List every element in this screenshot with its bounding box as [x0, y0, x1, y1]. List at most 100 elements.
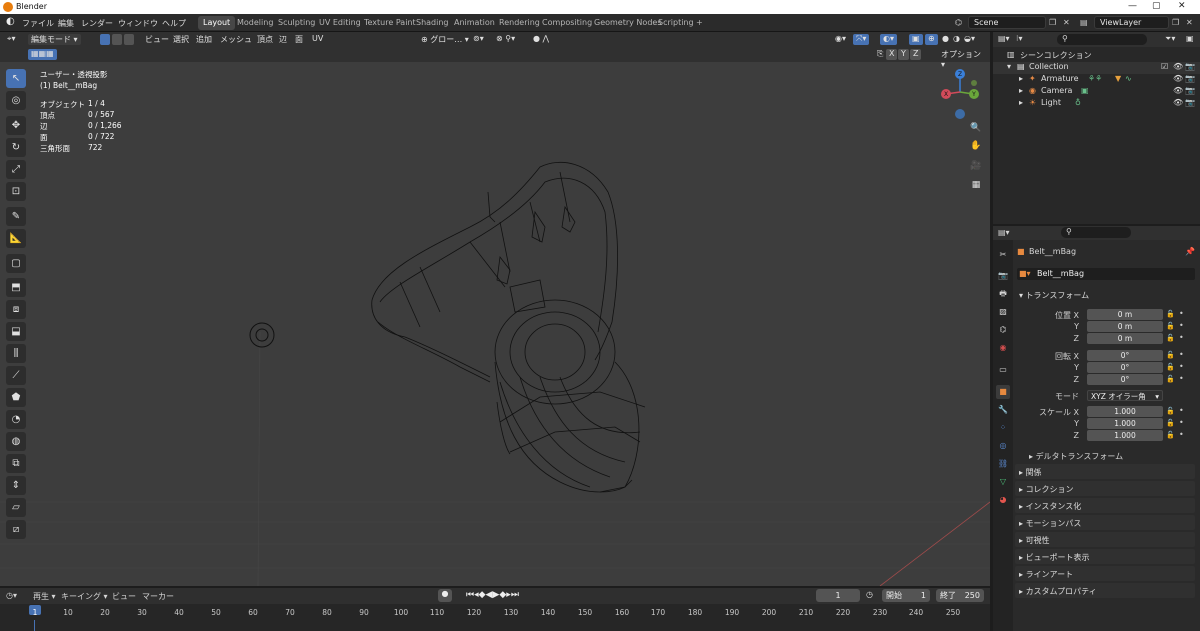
rendered-shading-icon[interactable]: ◒▾	[961, 34, 978, 45]
light-visibility-icon[interactable]: 👁	[1173, 98, 1183, 107]
lock-icon[interactable]: 🔓	[1166, 334, 1175, 342]
menu-edit[interactable]: 編集	[58, 18, 74, 29]
delta-transform-header[interactable]: ▸ デルタトランスフォーム	[1029, 451, 1123, 462]
data-tab-icon[interactable]: ▽	[996, 475, 1010, 489]
outliner-collection[interactable]: ▾ ▤ Collection ☑ 👁 📷	[993, 62, 1200, 74]
new-scene-icon[interactable]: ❐	[1049, 18, 1056, 27]
section-relations[interactable]: ▸ 関係	[1015, 464, 1195, 479]
particles-tab-icon[interactable]: ⁘	[996, 421, 1010, 435]
output-tab-icon[interactable]: 🖶	[996, 287, 1010, 301]
collection-checkbox-icon[interactable]: ☑	[1161, 62, 1168, 71]
lock-icon[interactable]: 🔓	[1166, 407, 1175, 415]
menu-uv[interactable]: UV	[309, 34, 326, 45]
camera-visibility-icon[interactable]: 👁	[1173, 86, 1183, 95]
edge-select-button[interactable]	[112, 34, 122, 45]
lock-icon[interactable]: 🔓	[1166, 363, 1175, 371]
keyframe-dot-icon[interactable]: •	[1179, 406, 1184, 415]
tab-layout[interactable]: Layout	[198, 16, 235, 30]
menu-file[interactable]: ファイル	[22, 18, 54, 29]
lock-icon[interactable]: 🔓	[1166, 419, 1175, 427]
menu-edge[interactable]: 辺	[276, 34, 290, 45]
minimize-button[interactable]: —	[1128, 1, 1137, 11]
scale-z-field[interactable]: 1.000	[1087, 430, 1163, 441]
inset-tool-icon[interactable]: ⧈	[6, 300, 26, 319]
rip-tool-icon[interactable]: ⧄	[6, 520, 26, 539]
playback-controls[interactable]: ⏮◂◆◀▶◆▸⏭	[466, 590, 519, 600]
keyframe-dot-icon[interactable]: •	[1179, 333, 1184, 342]
editor-type-icon[interactable]: ⌖▾	[4, 34, 19, 45]
menu-mesh[interactable]: メッシュ	[217, 34, 255, 45]
select-box-icon[interactable]: ▦▦▦	[28, 49, 57, 60]
xray-toggle-icon[interactable]: ▣	[909, 34, 923, 45]
lock-icon[interactable]: 🔓	[1166, 351, 1175, 359]
keyframe-dot-icon[interactable]: •	[1179, 309, 1184, 318]
armature-visibility-icon[interactable]: 👁	[1173, 74, 1183, 83]
pan-hand-icon[interactable]: ✋	[968, 138, 984, 154]
bevel-tool-icon[interactable]: ⬓	[6, 322, 26, 341]
knife-tool-icon[interactable]: ⟋	[6, 366, 26, 385]
3d-viewport[interactable]: Z X Y ⌖▾ 編集モード ▾ ビュー 選択 追加 メッシュ 頂点 辺 面 U…	[0, 32, 990, 586]
location-y-field[interactable]: 0 m	[1087, 321, 1163, 332]
loop-cut-tool-icon[interactable]: ⫼	[6, 344, 26, 363]
overlay-toggle-icon[interactable]: ◐▾	[880, 34, 897, 45]
outliner-search-input[interactable]: ⚲	[1057, 34, 1147, 45]
vertex-select-button[interactable]	[100, 34, 110, 45]
camera-view-icon[interactable]: 🎥	[968, 158, 984, 174]
lock-icon[interactable]: 🔓	[1166, 375, 1175, 383]
annotate-tool-icon[interactable]: ✎	[6, 207, 26, 226]
datablock-field[interactable]: Belt__mBag	[1017, 268, 1195, 280]
axis-z-toggle[interactable]: Z	[910, 49, 921, 60]
menu-render[interactable]: レンダー	[81, 18, 113, 29]
scale-x-field[interactable]: 1.000	[1087, 406, 1163, 417]
view-layer-field[interactable]: ViewLayer	[1094, 16, 1169, 29]
properties-editor-icon[interactable]: ▤▾	[998, 228, 1010, 237]
filter-icon[interactable]: ⏷▾	[1165, 34, 1175, 44]
gizmo-toggle-icon[interactable]: ⤧▾	[853, 34, 869, 45]
rotation-x-field[interactable]: 0°	[1087, 350, 1163, 361]
menu-window[interactable]: ウィンドウ	[118, 18, 158, 29]
move-tool-icon[interactable]: ✥	[6, 116, 26, 135]
outliner-item-light[interactable]: ▸ ☀ Light ♁ 👁 📷	[993, 98, 1200, 110]
cursor-tool-icon[interactable]: ◎	[6, 91, 26, 110]
keyframe-dot-icon[interactable]: •	[1179, 350, 1184, 359]
scale-y-field[interactable]: 1.000	[1087, 418, 1163, 429]
section-collections[interactable]: ▸ コレクション	[1015, 481, 1195, 496]
display-mode-icon[interactable]: ⁝▾	[1016, 34, 1023, 43]
expand-arrow-icon[interactable]: ▾	[1007, 62, 1011, 71]
section-instancing[interactable]: ▸ インスタンス化	[1015, 498, 1195, 513]
edge-slide-tool-icon[interactable]: ⧉	[6, 454, 26, 473]
wireframe-shading-icon[interactable]: ⊕	[925, 34, 938, 45]
add-workspace-button[interactable]: +	[691, 16, 708, 30]
lock-icon[interactable]: 🔓	[1166, 431, 1175, 439]
armature-render-icon[interactable]: 📷	[1185, 74, 1195, 83]
mirror-icon[interactable]: ⎘	[874, 49, 886, 60]
lock-icon[interactable]: 🔓	[1166, 310, 1175, 318]
outliner-item-camera[interactable]: ▸ ◉ Camera ▣ 👁 📷	[993, 86, 1200, 98]
preview-range-icon[interactable]: ◷	[866, 590, 873, 599]
object-tab-icon[interactable]: ■	[996, 385, 1010, 399]
keyframe-dot-icon[interactable]: •	[1179, 362, 1184, 371]
shrink-fatten-tool-icon[interactable]: ⇕	[6, 476, 26, 495]
poly-build-tool-icon[interactable]: ⬟	[6, 388, 26, 407]
menu-marker[interactable]: マーカー	[142, 591, 174, 602]
new-collection-icon[interactable]: ▣	[1186, 34, 1194, 43]
transform-tool-icon[interactable]: ⊡	[6, 182, 26, 201]
expand-arrow-icon[interactable]: ▸	[1019, 74, 1023, 83]
rotate-tool-icon[interactable]: ↻	[6, 138, 26, 157]
tab-animation[interactable]: Animation	[449, 16, 500, 30]
transform-panel-header[interactable]: ▾ トランスフォーム	[1019, 290, 1089, 301]
add-cube-tool-icon[interactable]: ▢	[6, 254, 26, 273]
tab-shading[interactable]: Shading	[411, 16, 454, 30]
timeline-editor-icon[interactable]: ◷▾	[6, 591, 17, 600]
outliner-editor-icon[interactable]: ▤▾	[998, 34, 1010, 43]
modifier-tab-icon[interactable]: 🔧	[996, 403, 1010, 417]
start-frame-field[interactable]: 開始1	[882, 589, 930, 602]
lock-icon[interactable]: 🔓	[1166, 322, 1175, 330]
scene-tab-icon[interactable]: ⌬	[996, 323, 1010, 337]
menu-view[interactable]: ビュー	[142, 34, 172, 45]
outliner-scene-collection[interactable]: ▥ シーンコレクション	[993, 50, 1200, 62]
extrude-tool-icon[interactable]: ⬒	[6, 278, 26, 297]
keyframe-dot-icon[interactable]: •	[1179, 430, 1184, 439]
select-tool-icon[interactable]: ↖	[6, 69, 26, 88]
physics-tab-icon[interactable]: ◎	[996, 439, 1010, 453]
